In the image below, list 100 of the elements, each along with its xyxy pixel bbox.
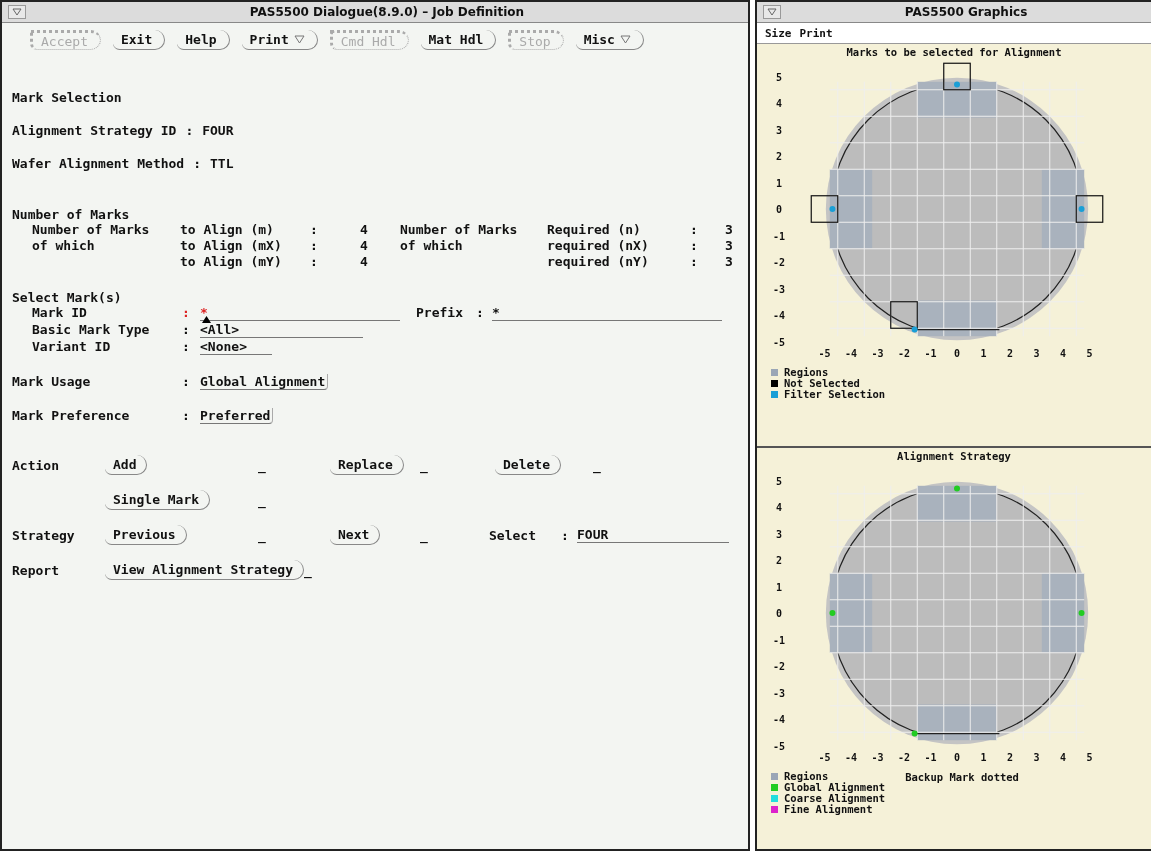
separator-colon: :: [182, 305, 190, 320]
toolbar-button[interactable]: Print: [241, 30, 318, 50]
toolbar-button[interactable]: Help: [177, 30, 230, 50]
axis-tick-label: -1: [924, 348, 937, 359]
separator-colon: :: [690, 254, 698, 269]
row-label: required (nX): [547, 238, 649, 253]
field-label: Prefix: [416, 305, 464, 322]
row-label: of which: [400, 238, 463, 253]
chart-note: Backup Mark dotted: [905, 770, 1019, 783]
count-value: 4: [360, 254, 368, 269]
axis-tick-label: -1: [924, 751, 937, 763]
separator-colon: :: [193, 156, 201, 171]
axis-tick-label: 0: [954, 348, 960, 359]
text-field[interactable]: <None>: [200, 339, 272, 355]
menu-item[interactable]: Size: [765, 26, 792, 40]
axis-tick-label: 4: [1060, 751, 1066, 763]
field-value: FOUR: [202, 123, 234, 138]
field-label: Mark Preference: [12, 408, 130, 423]
axis-tick-label: 4: [776, 501, 782, 513]
axis-tick-label: 2: [1007, 348, 1013, 359]
separator-colon: :: [690, 222, 698, 237]
count-value: 4: [360, 222, 368, 237]
separator-colon: :: [182, 408, 190, 423]
separator-colon: :: [690, 238, 698, 253]
axis-tick-label: -5: [818, 751, 831, 763]
field-label: Wafer Alignment Method: [12, 156, 185, 171]
separator-colon: :: [182, 339, 190, 354]
axis-tick-label: 3: [776, 528, 782, 539]
field-label: Alignment Strategy ID: [12, 123, 177, 138]
option-selector[interactable]: Preferred: [200, 408, 274, 424]
field-label: Variant ID: [32, 339, 111, 354]
axis-tick-label: -1: [773, 634, 785, 645]
separator-colon: :: [185, 123, 194, 138]
push-button[interactable]: View Alignment Strategy: [105, 560, 304, 580]
axis-tick-label: 1: [980, 751, 987, 763]
axis-tick-label: 4: [776, 98, 782, 109]
axis-tick-label: -3: [773, 283, 785, 295]
axis-tick-label: 1: [980, 348, 987, 359]
axis-tick-label: -4: [773, 713, 785, 725]
push-button[interactable]: Delete: [495, 455, 561, 475]
axis-tick-label: -2: [898, 751, 910, 763]
separator-colon: :: [561, 527, 570, 543]
toolbar-button[interactable]: Mat Hdl: [420, 30, 497, 50]
axis-tick-label: -3: [871, 751, 884, 763]
count-value: 3: [725, 222, 733, 237]
push-button[interactable]: Previous: [105, 525, 187, 545]
push-button[interactable]: Single Mark: [105, 490, 211, 510]
legend-label: Global Alignment: [784, 781, 886, 793]
axis-tick-label: 2: [1007, 751, 1013, 763]
group-title: Select Mark(s): [12, 290, 123, 305]
toolbar-button[interactable]: Misc: [575, 30, 644, 50]
count-value: 3: [725, 254, 733, 269]
axis-tick-label: 0: [954, 751, 960, 763]
row-label: required (nY): [547, 254, 649, 269]
row-label: Required (n): [547, 222, 641, 237]
status-marker: _: [258, 527, 266, 543]
legend-label: Coarse Alignment: [784, 792, 886, 804]
status-marker: _: [304, 562, 312, 578]
text-field[interactable]: *: [492, 305, 722, 321]
window-title: PAS5500 Graphics: [903, 5, 1029, 19]
axis-tick-label: 3: [1033, 751, 1040, 763]
window-title: PAS5500 Dialogue(8.9.0) – Job Definition: [248, 5, 526, 19]
count-value: 3: [725, 238, 733, 253]
row-label: Number of Marks: [400, 222, 518, 237]
push-button[interactable]: Add: [105, 455, 148, 475]
status-marker: _: [593, 457, 601, 473]
row-label: to Align (mY): [180, 254, 282, 269]
axis-tick-label: 0: [776, 607, 782, 619]
option-selector[interactable]: Global Alignment: [200, 374, 329, 390]
axis-tick-label: 5: [1086, 348, 1093, 359]
axis-tick-label: 5: [776, 71, 782, 83]
push-button[interactable]: Replace: [330, 455, 404, 475]
axis-tick-label: 3: [776, 124, 782, 136]
row-label: Report: [12, 562, 59, 578]
legend-label: Not Selected: [784, 378, 860, 389]
status-marker: _: [258, 492, 266, 508]
field-label: Mark Usage: [12, 374, 91, 389]
axis-tick-label: -5: [773, 740, 785, 751]
row-label: to Align (m): [180, 222, 274, 237]
group-title: Number of Marks: [12, 207, 131, 222]
axis-tick-label: -4: [845, 348, 857, 359]
text-field[interactable]: FOUR: [577, 527, 729, 543]
text-field[interactable]: <All>: [200, 322, 363, 338]
separator-colon: :: [182, 322, 190, 337]
menu-item[interactable]: Print: [799, 26, 833, 40]
field-value: TTL: [210, 156, 234, 171]
axis-tick-label: -4: [773, 310, 785, 321]
toolbar-button[interactable]: Exit: [112, 30, 166, 50]
separator-colon: :: [310, 222, 318, 237]
legend-label: Filter Selection: [784, 389, 886, 400]
push-button[interactable]: Next: [330, 525, 381, 545]
status-marker: _: [420, 457, 428, 473]
axis-tick-label: -2: [773, 660, 785, 672]
text-field[interactable]: *: [200, 305, 400, 321]
axis-tick-label: 1: [776, 177, 782, 189]
legend-label: Fine Alignment: [784, 803, 873, 815]
row-label: Number of Marks: [32, 222, 150, 237]
separator-colon: :: [310, 254, 318, 269]
count-value: 4: [360, 238, 368, 253]
axis-tick-label: 2: [776, 151, 782, 162]
